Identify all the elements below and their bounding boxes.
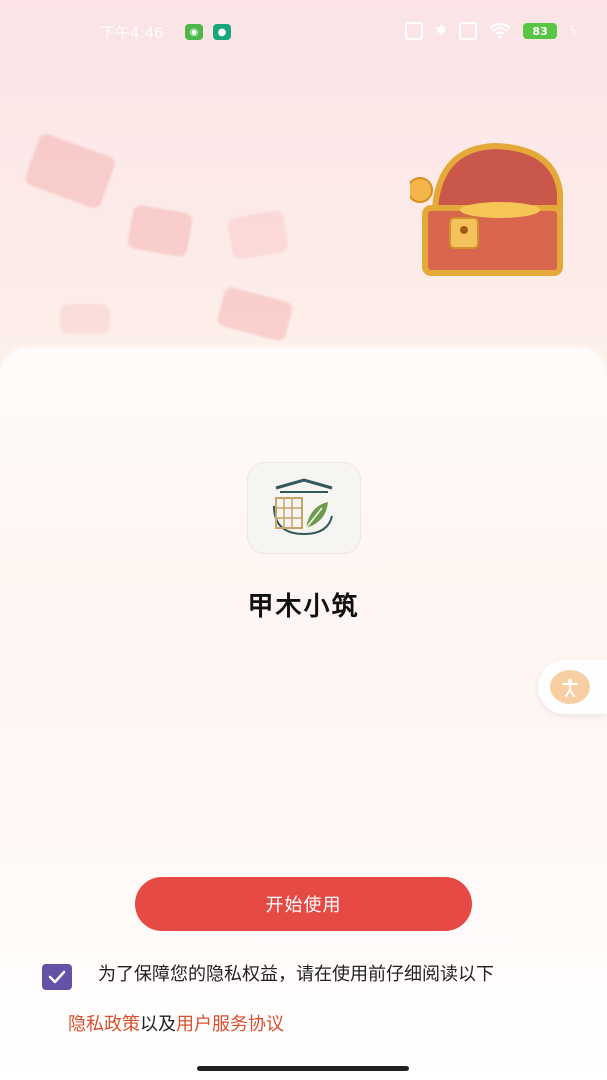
start-button[interactable]: 开始使用 xyxy=(135,877,472,931)
treasure-chest-icon xyxy=(410,142,563,276)
red-envelope-decoration xyxy=(60,304,110,334)
checkmark-icon xyxy=(48,970,66,984)
notification-icons: ◉ ● xyxy=(185,24,231,40)
system-icons: ✱ 83 ϟ xyxy=(405,22,577,40)
app-logo xyxy=(247,462,361,554)
app-name: 甲木小筑 xyxy=(247,592,360,622)
home-indicator[interactable] xyxy=(197,1066,409,1071)
charging-icon: ϟ xyxy=(569,24,577,38)
battery-icon: 83 xyxy=(523,23,558,39)
user-agreement-link[interactable]: 用户服务协议 xyxy=(176,1014,284,1035)
status-bar: 下午4:46 ◉ ● ✱ 83 ϟ xyxy=(0,0,607,64)
red-envelope-decoration xyxy=(23,131,117,211)
privacy-policy-link[interactable]: 隐私政策 xyxy=(68,1014,140,1035)
accessibility-float-button[interactable] xyxy=(538,660,607,714)
connector-text: 以及 xyxy=(140,1014,176,1035)
status-time: 下午4:46 xyxy=(100,24,164,42)
red-envelope-decoration xyxy=(216,285,294,343)
pavilion-leaf-icon xyxy=(273,478,333,536)
wifi-icon xyxy=(489,23,511,39)
red-envelope-decoration xyxy=(226,209,290,261)
red-envelope-decoration xyxy=(126,204,194,258)
accessibility-icon[interactable] xyxy=(550,670,590,704)
wechat-notification-icon: ◉ xyxy=(185,24,203,40)
consent-links: 隐私政策以及用户服务协议 xyxy=(68,1010,284,1036)
bluetooth-icon: ✱ xyxy=(435,23,448,39)
vibrate-icon xyxy=(405,22,424,40)
consent-text: 为了保障您的隐私权益，请在使用前仔细阅读以下 xyxy=(98,964,494,985)
consent-checkbox[interactable] xyxy=(42,964,72,990)
sim-icon xyxy=(459,22,478,40)
app-notification-icon: ● xyxy=(213,24,231,40)
